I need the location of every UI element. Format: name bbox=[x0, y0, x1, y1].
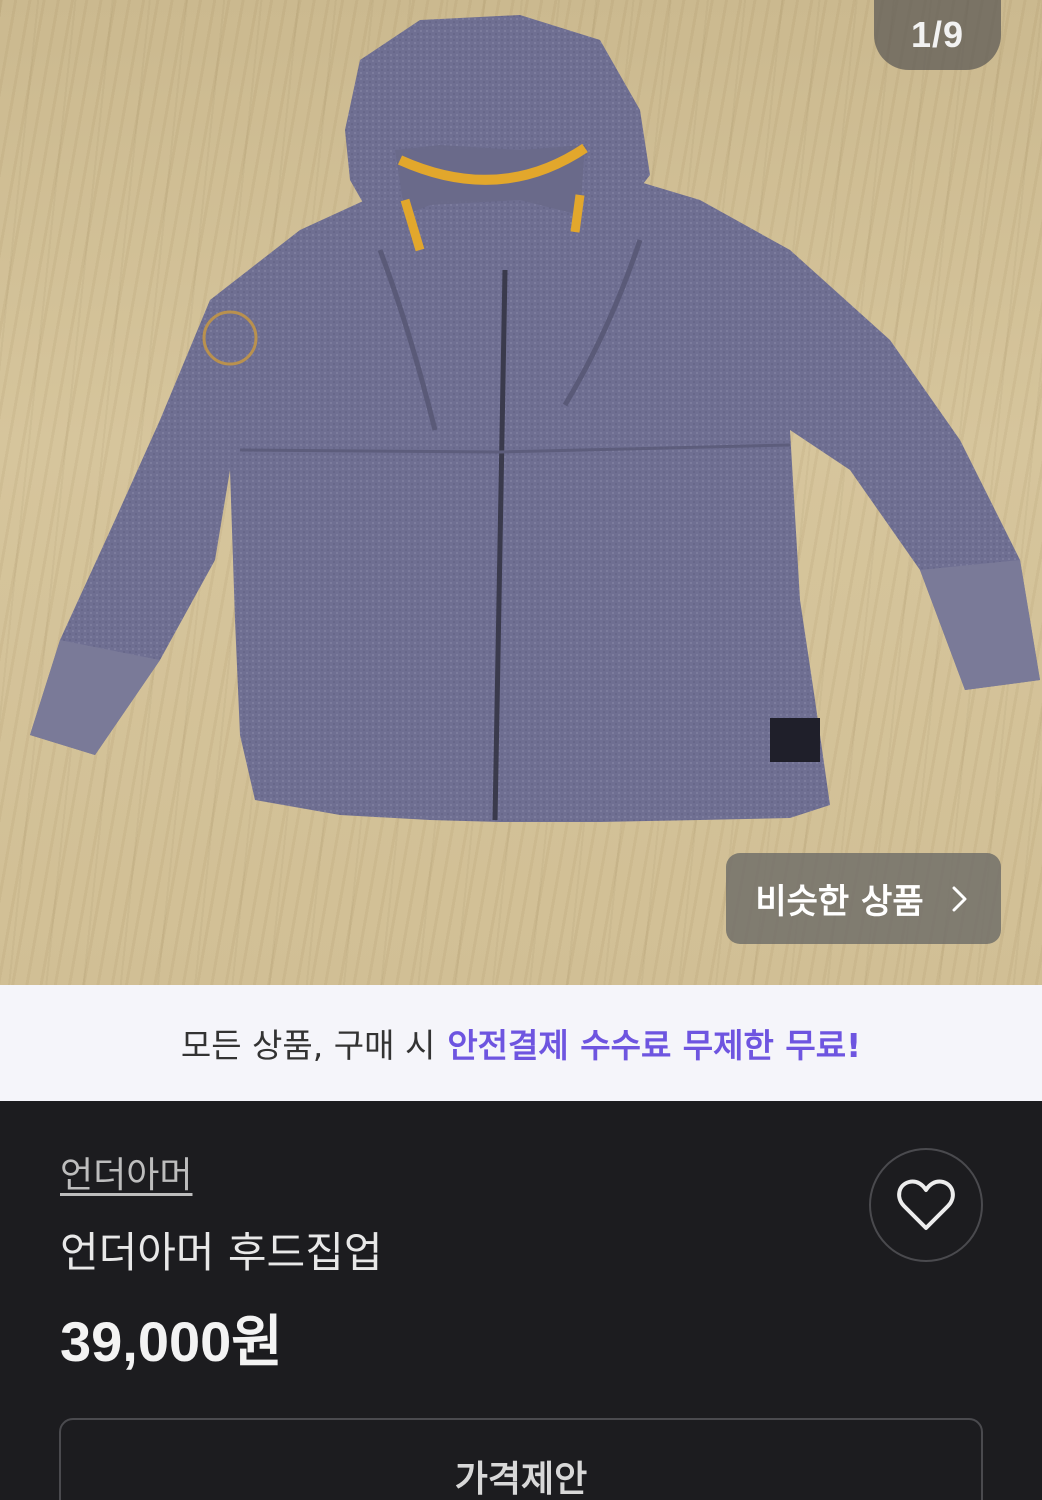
similar-items-button[interactable]: 비슷한 상품 bbox=[726, 853, 1001, 944]
image-counter: 1/9 bbox=[874, 0, 1001, 70]
safe-payment-banner[interactable]: 모든 상품, 구매 시 안전결제 수수료 무제한 무료! bbox=[0, 985, 1042, 1101]
banner-highlight: 안전결제 수수료 무제한 무료! bbox=[447, 1026, 862, 1065]
like-button[interactable] bbox=[869, 1148, 983, 1262]
banner-text: 모든 상품, 구매 시 bbox=[180, 1026, 436, 1065]
heart-outline-icon bbox=[897, 1179, 955, 1230]
chevron-right-icon bbox=[952, 886, 967, 911]
product-photo[interactable]: 1/9 비슷한 상품 bbox=[0, 0, 1042, 985]
product-price: 39,000원 bbox=[60, 1310, 283, 1373]
brand-link[interactable]: 언더아머 bbox=[60, 1146, 192, 1198]
similar-items-label: 비슷한 상품 bbox=[755, 882, 924, 922]
product-image bbox=[30, 15, 1040, 822]
product-title: 언더아머 후드집업 bbox=[60, 1228, 383, 1277]
price-offer-button[interactable]: 가격제안 bbox=[59, 1418, 983, 1500]
product-info: 언더아머 언더아머 후드집업 39,000원 가격제안 bbox=[0, 1101, 1042, 1500]
